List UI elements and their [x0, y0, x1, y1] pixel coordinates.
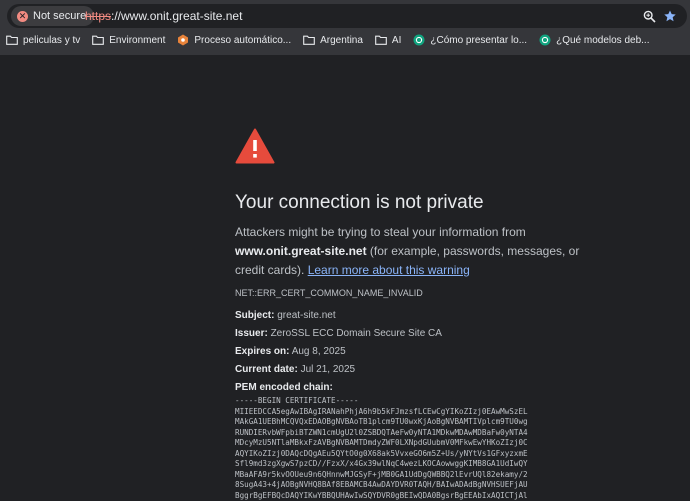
error-code: NET::ERR_CERT_COMMON_NAME_INVALID [235, 288, 423, 298]
detail-label: Issuer: [235, 328, 268, 339]
detail-value: Jul 21, 2025 [300, 364, 356, 375]
bookmark-folder[interactable]: AI [369, 30, 407, 50]
pem-chain: -----BEGIN CERTIFICATE----- MIIEEDCCA5eg… [235, 396, 528, 501]
bookmark-label: Environment [109, 34, 166, 46]
bookmark-folder[interactable]: Environment [86, 30, 171, 50]
zoom-icon[interactable] [641, 8, 657, 24]
folder-icon [303, 34, 315, 46]
bookmark-label: peliculas y tv [23, 34, 81, 46]
detail-value: Aug 8, 2025 [291, 346, 346, 357]
warning-message: Attackers might be trying to steal your … [235, 223, 595, 280]
not-secure-icon: ✕ [17, 10, 28, 22]
bookmarks-bar: peliculas y tv Environment Proceso autom… [0, 29, 690, 51]
security-chip[interactable]: ✕ Not secure [11, 6, 95, 26]
url-scheme: https [85, 9, 112, 23]
bookmark-label: Argentina [320, 34, 363, 46]
detail-label: PEM encoded chain: [235, 382, 333, 393]
pem-line: RUNDIERvbWFpbiBTZWN1cmUgU2l0ZSBDQTAeFw0y… [235, 427, 528, 437]
subject-row: Subject: great-site.net [235, 310, 336, 321]
pem-line: Sfl9md3zgXgwS7pzCD//FzxX/x4Gx39wlNqC4wez… [235, 459, 528, 468]
page-title: Your connection is not private [235, 192, 484, 213]
pem-line: MAkGA1UEBhMCQVQxEDAOBgNVBAoTB1plcm9TU0wx… [235, 417, 528, 426]
learn-more-link[interactable]: Learn more about this warning [308, 263, 470, 277]
bookmark-link[interactable]: ¿Qué modelos deb... [533, 30, 655, 50]
pem-line: -----BEGIN CERTIFICATE----- [235, 396, 359, 405]
folder-icon [6, 34, 18, 46]
folder-icon [92, 34, 105, 46]
detail-label: Subject: [235, 310, 275, 321]
pem-line: MBaAFA9r5kvOOUeu9n6QHnnwMJGSyF+jMB0GA1Ud… [235, 469, 528, 479]
app-icon [177, 34, 189, 46]
detail-value: ZeroSSL ECC Domain Secure Site CA [270, 328, 442, 339]
pem-label: PEM encoded chain: [235, 382, 333, 393]
bookmark-label: ¿Qué modelos deb... [556, 34, 650, 46]
detail-value: great-site.net [277, 310, 336, 321]
bookmark-folder[interactable]: Argentina [297, 30, 369, 50]
bookmark-link[interactable]: Proceso automático... [171, 30, 297, 50]
folder-icon [375, 34, 387, 46]
pem-line: MDcyMzU5NTlaMBkxFzAVBgNVBAMTDmdyZWF0LXNp… [235, 438, 528, 447]
bookmark-label: Proceso automático... [194, 34, 292, 46]
star-icon[interactable] [662, 8, 678, 24]
address-bar[interactable]: ✕ Not secure https://www.onit.great-site… [7, 4, 687, 28]
intro-text: Attackers might be trying to steal your … [235, 225, 526, 239]
detail-label: Current date: [235, 364, 298, 375]
pem-line: 8SugA43+4jAOBgNVHQ8BAf8EBAMCB4AwDAYDVR0T… [235, 480, 528, 489]
pem-line: MIIEEDCCA5egAwIBAgIRANahPhjA6h9b5kFJmzsf… [235, 406, 528, 416]
bookmark-folder[interactable]: peliculas y tv [0, 30, 86, 50]
expires-row: Expires on: Aug 8, 2025 [235, 346, 346, 357]
security-label: Not secure [33, 10, 87, 22]
bookmark-label: ¿Cómo presentar lo... [430, 34, 528, 46]
url-text[interactable]: https://www.onit.great-site.net [85, 9, 242, 23]
chatgpt-icon [539, 34, 551, 46]
issuer-row: Issuer: ZeroSSL ECC Domain Secure Site C… [235, 328, 442, 339]
bookmark-label: AI [391, 34, 402, 46]
pem-line: BggrBgEFBQcDAQYIKwYBBQUHAwIwSQYDVR0gBEIw… [235, 490, 528, 500]
site-host: www.onit.great-site.net [235, 244, 367, 258]
current-date-row: Current date: Jul 21, 2025 [235, 364, 355, 375]
detail-label: Expires on: [235, 346, 290, 357]
warning-icon [235, 128, 275, 164]
browser-toolbar: ✕ Not secure https://www.onit.great-site… [0, 0, 690, 55]
chatgpt-icon [413, 34, 425, 46]
pem-line: AQYIKoZIzj0DAQcDQgAEu5QYtO0g0X68ak5VvxeG… [235, 448, 528, 458]
url-host: ://www.onit.great-site.net [111, 9, 243, 23]
bookmark-link[interactable]: ¿Cómo presentar lo... [407, 30, 533, 50]
